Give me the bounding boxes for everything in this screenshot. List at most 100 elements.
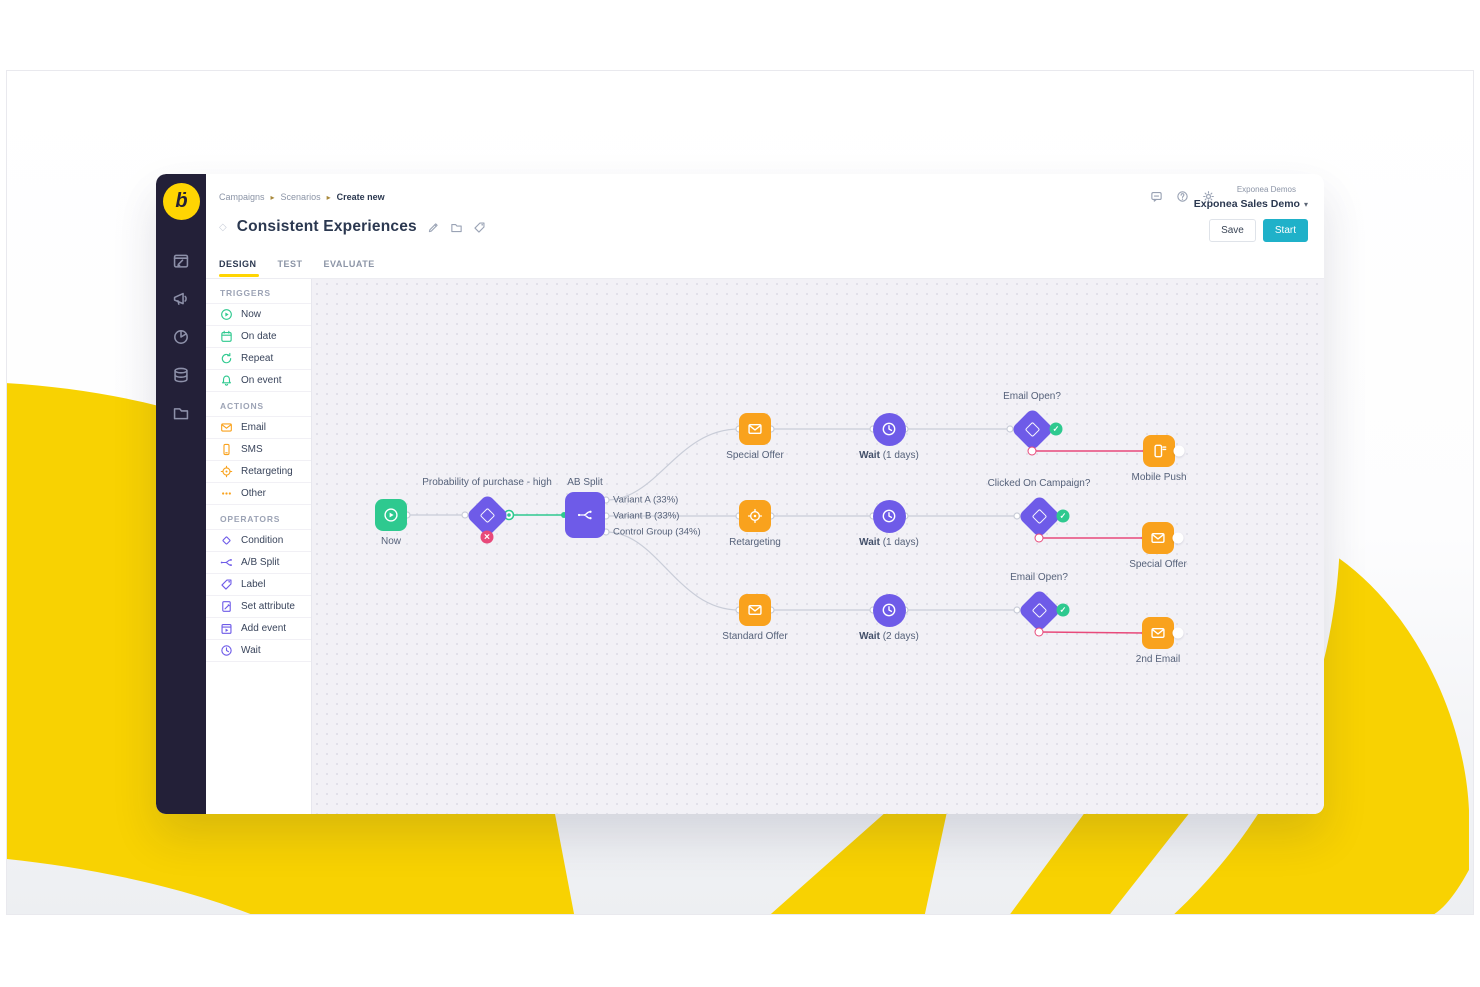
palette-item-label: Add event: [241, 623, 286, 634]
save-button[interactable]: Save: [1209, 219, 1256, 242]
clock-icon: [881, 421, 897, 437]
palette-item-wait[interactable]: Wait: [206, 640, 311, 662]
event-icon: [220, 622, 233, 635]
palette-section-triggers: TRIGGERS: [206, 279, 311, 304]
flow-node-action-mobile-push[interactable]: [1143, 435, 1175, 467]
breadcrumb-item[interactable]: Create new: [337, 192, 385, 202]
app-sidebar: ḃ: [156, 174, 206, 814]
edit-pencil-icon[interactable]: [427, 221, 440, 234]
breadcrumb-item[interactable]: Campaigns: [219, 192, 265, 202]
play-icon: [383, 507, 399, 523]
palette-item-label: Condition: [241, 535, 283, 546]
mail-icon: [747, 421, 763, 437]
condition-diamond-icon: [1031, 508, 1047, 524]
palette-item-repeat[interactable]: Repeat: [206, 348, 311, 370]
palette-section-actions: ACTIONS: [206, 392, 311, 417]
flow-node-action-retargeting[interactable]: [739, 500, 771, 532]
split-icon: [220, 556, 233, 569]
scenario-canvas[interactable]: NowProbability of purchase - high✕AB Spl…: [312, 279, 1324, 814]
node-palette: TRIGGERS Now On date Repeat On event ACTIONSE…: [206, 279, 312, 814]
flow-node-action-2nd-email[interactable]: [1142, 617, 1174, 649]
palette-item-retargeting[interactable]: Retargeting: [206, 461, 311, 483]
mobile-icon: [1151, 443, 1167, 459]
split-icon: [577, 507, 593, 523]
campaigns-megaphone-icon[interactable]: [172, 290, 190, 308]
chat-icon[interactable]: [1150, 190, 1163, 203]
clock-icon: [220, 644, 233, 657]
tab-design[interactable]: DESIGN: [219, 259, 257, 275]
condition-diamond-icon: [479, 507, 495, 523]
tab-test[interactable]: TEST: [278, 259, 303, 275]
flow-node-wait-2-days[interactable]: [873, 594, 906, 627]
app-main: Campaigns▸Scenarios▸Create new ◇ Consist…: [206, 174, 1324, 814]
projects-folder-icon[interactable]: [172, 404, 190, 422]
condition-diamond-icon: [1024, 421, 1040, 437]
palette-item-label: Label: [241, 579, 265, 590]
folder-icon[interactable]: [450, 221, 463, 234]
brand-logo[interactable]: ḃ: [163, 183, 200, 220]
palette-item-label: Repeat: [241, 353, 273, 364]
flow-node-action-special-offer-2[interactable]: [1142, 522, 1174, 554]
chevron-down-icon: ▾: [1304, 200, 1308, 209]
flow-node-action-standard-offer[interactable]: [739, 594, 771, 626]
flow-node-ab-split[interactable]: [565, 492, 605, 538]
condition-diamond-icon: [1031, 602, 1047, 618]
palette-item-label: Retargeting: [241, 466, 293, 477]
target-icon: [747, 508, 763, 524]
flow-node-trigger-now[interactable]: [375, 499, 407, 531]
attribute-icon: [220, 600, 233, 613]
page-frame: ḃ Campaigns▸Scenarios▸Create new ◇ Consi…: [6, 70, 1474, 915]
palette-item-on-date[interactable]: On date: [206, 326, 311, 348]
palette-item-label: Now: [241, 309, 261, 320]
account-name: Exponea Sales Demo: [1194, 198, 1300, 210]
palette-section-operators: OPERATORS: [206, 505, 311, 530]
breadcrumb-separator-icon: ▸: [271, 193, 275, 202]
palette-item-set-attribute[interactable]: Set attribute: [206, 596, 311, 618]
palette-item-email[interactable]: Email: [206, 417, 311, 439]
palette-item-label: SMS: [241, 444, 263, 455]
palette-item-sms[interactable]: SMS: [206, 439, 311, 461]
palette-item-other[interactable]: Other: [206, 483, 311, 505]
mail-icon: [747, 602, 763, 618]
clock-icon: [881, 602, 897, 618]
palette-item-label: On event: [241, 375, 282, 386]
analytics-pie-icon[interactable]: [172, 328, 190, 346]
mail-icon: [220, 421, 233, 434]
tag-icon: [220, 578, 233, 591]
data-database-icon[interactable]: [172, 366, 190, 384]
palette-item-now[interactable]: Now: [206, 304, 311, 326]
flow-node-wait-1-days-b[interactable]: [873, 500, 906, 533]
tag-icon[interactable]: [473, 221, 486, 234]
palette-item-a-b-split[interactable]: A/B Split: [206, 552, 311, 574]
palette-item-add-event[interactable]: Add event: [206, 618, 311, 640]
palette-item-condition[interactable]: Condition: [206, 530, 311, 552]
clock-icon: [881, 508, 897, 524]
palette-item-label[interactable]: Label: [206, 574, 311, 596]
calendar-icon: [220, 330, 233, 343]
breadcrumb-item[interactable]: Scenarios: [281, 192, 321, 202]
tab-evaluate[interactable]: EVALUATE: [324, 259, 375, 275]
account-switcher[interactable]: Exponea Demos Exponea Sales Demo ▾: [1194, 185, 1308, 212]
palette-item-label: Wait: [241, 645, 261, 656]
palette-item-label: A/B Split: [241, 557, 279, 568]
flow-node-action-special-offer-1[interactable]: [739, 413, 771, 445]
repeat-icon: [220, 352, 233, 365]
scenarios-icon[interactable]: [172, 252, 190, 270]
play-icon: [220, 308, 233, 321]
palette-item-on-event[interactable]: On event: [206, 370, 311, 392]
palette-item-label: Other: [241, 488, 266, 499]
mail-icon: [1150, 625, 1166, 641]
account-org: Exponea Demos: [1194, 185, 1296, 194]
dots-icon: [220, 487, 233, 500]
app-window: ḃ Campaigns▸Scenarios▸Create new ◇ Consi…: [156, 174, 1324, 814]
start-button[interactable]: Start: [1263, 219, 1308, 242]
flow-node-wait-1-days-a[interactable]: [873, 413, 906, 446]
diamond-icon: [220, 534, 233, 547]
help-icon[interactable]: [1176, 190, 1189, 203]
palette-item-label: On date: [241, 331, 277, 342]
title-row: ◇ Consistent Experiences: [219, 218, 486, 236]
palette-item-label: Set attribute: [241, 601, 295, 612]
phone-icon: [220, 443, 233, 456]
page-title: Consistent Experiences: [237, 218, 417, 236]
draft-status-icon: ◇: [219, 222, 227, 233]
